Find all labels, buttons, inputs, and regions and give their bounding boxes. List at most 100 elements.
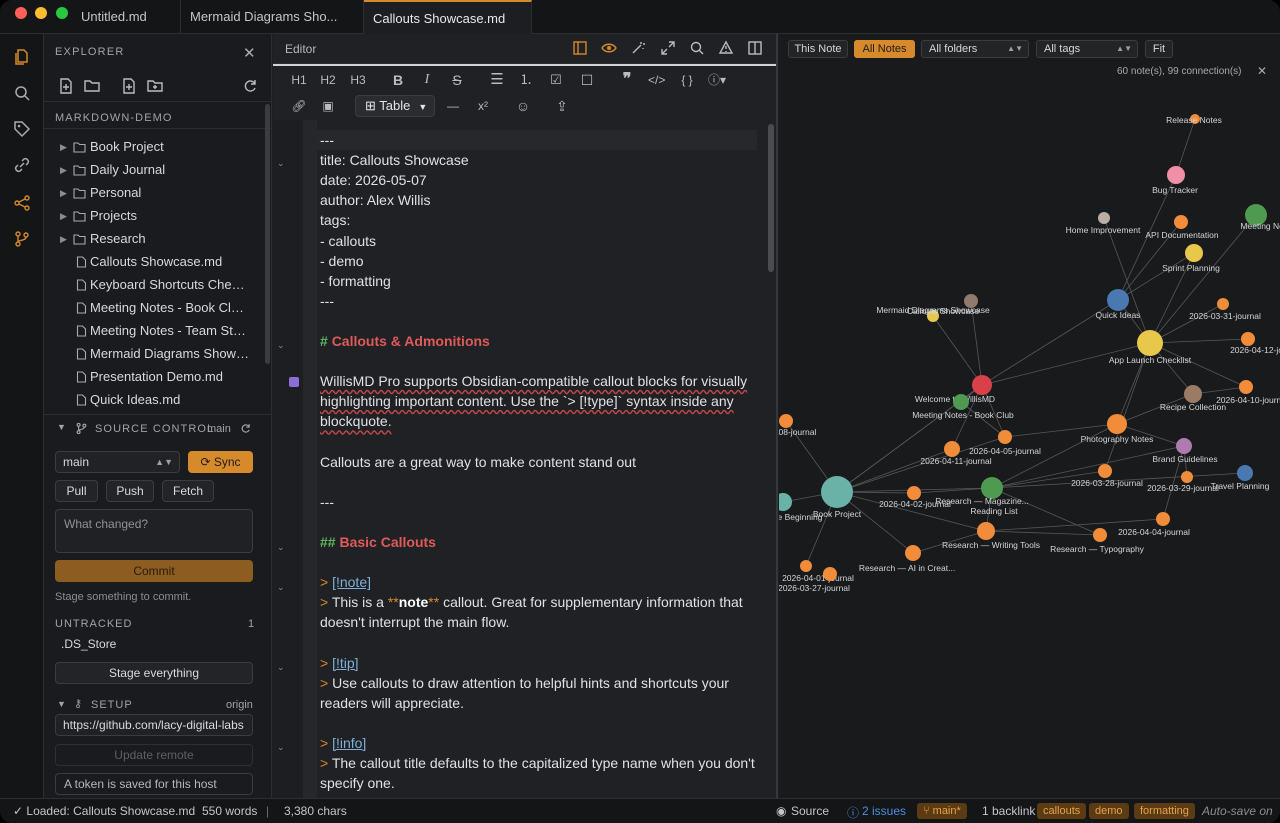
file-item[interactable]: Meeting Notes - Book Club... [44,297,264,319]
file-item[interactable]: Callouts Showcase.md [44,251,264,273]
graph-node[interactable] [779,414,793,428]
heading2-button[interactable]: H2 [320,71,336,89]
tab-callouts[interactable]: Callouts Showcase.md [364,0,532,34]
sidebar-scrollbar[interactable] [265,104,270,364]
setup-header[interactable]: ▼ ⚷ SETUP origin [44,696,271,716]
graph-node[interactable] [1107,289,1129,311]
folder-item[interactable]: ▶ Book Project [44,136,264,158]
link-icon[interactable] [13,156,31,174]
new-file-icon[interactable] [57,77,75,95]
graph-node[interactable] [1107,414,1127,434]
tag-pill-demo[interactable]: demo [1089,803,1129,819]
branch-select[interactable]: main ▲▼ [55,451,180,473]
code-block-icon[interactable]: { } [679,71,695,89]
quote-icon[interactable]: ❞ [619,71,635,89]
close-icon[interactable]: ✕ [243,44,256,62]
graph-node[interactable] [1098,464,1112,478]
pull-button[interactable]: Pull [55,480,98,502]
remote-url-input[interactable]: https://github.com/lacy-digital-labs [55,714,253,736]
source-mode-toggle[interactable]: Source [791,804,829,818]
tag-icon[interactable] [13,120,31,138]
commit-button[interactable]: Commit [55,560,253,582]
minimize-window-button[interactable] [35,7,47,19]
checkbox-icon[interactable]: ☐ [579,71,595,89]
bold-icon[interactable]: B [390,71,406,89]
heading3-button[interactable]: H3 [350,71,366,89]
fold-chevron-icon[interactable]: ⌄ [277,542,285,553]
italic-icon[interactable]: I [419,71,435,89]
emoji-icon[interactable]: ☺ [515,97,531,115]
refresh-icon[interactable] [239,422,252,435]
git-branch-icon[interactable] [13,230,31,248]
superscript-icon[interactable]: x² [475,97,491,115]
fold-chevron-icon[interactable]: ⌄ [277,340,285,351]
graph-node[interactable] [1137,330,1163,356]
fit-button[interactable]: Fit [1145,40,1173,58]
graph-node[interactable] [821,476,853,508]
graph-node[interactable] [907,486,921,500]
fetch-button[interactable]: Fetch [162,480,214,502]
close-icon[interactable]: ✕ [1257,64,1267,78]
graph-node[interactable] [1167,166,1185,184]
code-icon[interactable]: </> [648,71,665,89]
breakpoint-marker[interactable] [289,377,299,387]
task-list-icon[interactable]: ☑ [548,71,564,89]
this-note-button[interactable]: This Note [788,40,848,58]
refresh-icon[interactable] [241,77,259,95]
zoom-window-button[interactable] [56,7,68,19]
fold-chevron-icon[interactable]: ⌄ [277,582,285,593]
magic-wand-icon[interactable] [630,40,646,56]
folder-item[interactable]: ▶ Personal [44,182,264,204]
untracked-file[interactable]: .DS_Store [61,637,116,651]
graph-node[interactable] [1093,528,1107,542]
file-item[interactable]: Mermaid Diagrams Showc... [44,343,264,365]
graph-node[interactable] [1174,215,1188,229]
fold-chevron-icon[interactable]: ⌄ [277,742,285,753]
graph-node[interactable] [1185,244,1203,262]
folder-item[interactable]: ▶ Research [44,228,264,250]
graph-node[interactable] [905,545,921,561]
new-folder-icon[interactable] [146,77,164,95]
sidebar-toggle-icon[interactable] [572,40,588,56]
update-remote-button[interactable]: Update remote [55,744,253,766]
folder-item[interactable]: ▶ Daily Journal [44,159,264,181]
editor-scrollbar[interactable] [768,124,774,272]
push-button[interactable]: Push [106,480,154,502]
graph-node[interactable] [1181,471,1193,483]
fold-chevron-icon[interactable]: ⌄ [277,158,285,169]
file-item[interactable]: Meeting Notes - Team Sta... [44,320,264,342]
graph-node[interactable] [944,441,960,457]
graph-node[interactable] [1237,465,1253,481]
graph-node[interactable] [823,567,837,581]
tag-filter-select[interactable]: All tags ▲▼ [1036,40,1138,58]
split-view-icon[interactable] [747,40,763,56]
horizontal-rule-icon[interactable]: — [445,97,461,115]
expand-icon[interactable] [660,40,676,56]
tag-pill-callouts[interactable]: callouts [1037,803,1087,819]
tab-untitled[interactable]: Untitled.md [72,0,181,34]
branch-badge[interactable]: ⑂ main* [917,803,967,819]
stage-all-button[interactable]: Stage everything [55,662,253,684]
strikethrough-icon[interactable]: S [449,71,465,89]
callout-icon[interactable]: ⓘ▾ [708,71,726,89]
folder-item[interactable]: ▶ Projects [44,205,264,227]
graph-node[interactable] [953,394,969,410]
image-icon[interactable]: ▣ [320,97,336,115]
graph-node[interactable] [779,493,792,511]
backlink-count[interactable]: 1 backlink [982,804,1035,818]
graph-node[interactable] [1239,380,1253,394]
table-button[interactable]: ⊞ Table ▼ [355,95,435,117]
tag-pill-formatting[interactable]: formatting [1134,803,1195,819]
file-item[interactable]: Presentation Demo.md [44,366,264,388]
graph-canvas[interactable]: Release Notes Bug Tracker Home Improvement… [779,85,1280,798]
search-icon[interactable] [689,40,705,56]
issues-link[interactable]: 2 issues [862,804,906,818]
files-icon[interactable] [13,48,31,66]
numbered-list-icon[interactable]: ⒈ [518,71,534,89]
graph-node[interactable] [1241,332,1255,346]
folder-filter-select[interactable]: All folders ▲▼ [921,40,1029,58]
graph-node[interactable] [977,522,995,540]
graph-node[interactable] [800,560,812,572]
share-icon[interactable]: ⇪ [554,97,570,115]
graph-node[interactable] [1098,212,1110,224]
